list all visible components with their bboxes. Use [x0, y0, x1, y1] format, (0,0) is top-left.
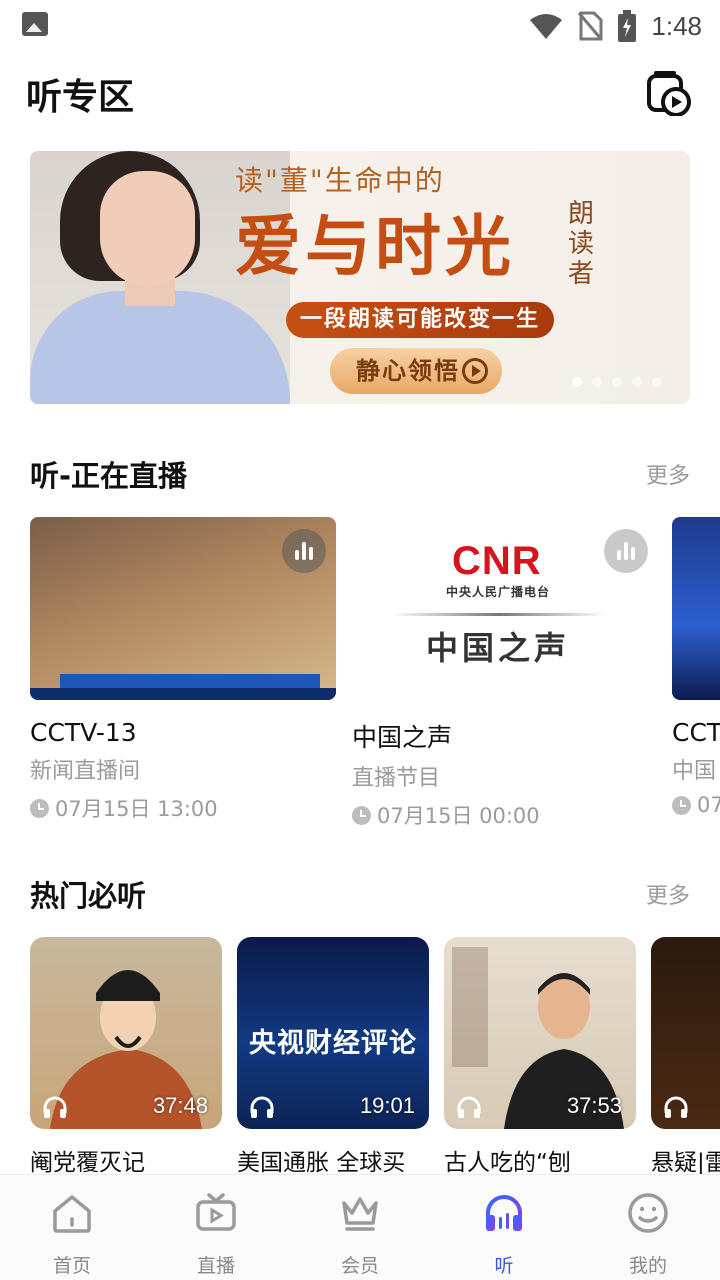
no-sim-icon [578, 11, 603, 41]
carousel-dot [652, 377, 662, 387]
hot-more-link[interactable]: 更多 [646, 878, 690, 910]
hot-item-card[interactable]: 悬疑|雷 [651, 937, 720, 1177]
status-icons: 1:48 [529, 6, 702, 46]
tab-label: 我的 [628, 1255, 667, 1277]
page-header: 听专区 [0, 60, 720, 124]
live-time: 07月15日 00:00 [352, 800, 658, 830]
clock-icon [30, 798, 49, 818]
live-channel-name: CCTV-13 [30, 718, 137, 747]
audio-wave-icon [604, 529, 648, 573]
live-thumbnail: CNR 中央人民广播电台 中国之声 [352, 517, 658, 700]
carousel-dot [612, 377, 622, 387]
tab-listen[interactable]: 听 [432, 1175, 576, 1280]
promo-banner[interactable]: 读"董"生命中的 爱与时光 朗读者 一段朗读可能改变一生 静心领悟 [30, 151, 690, 404]
tab-label: 会员 [340, 1255, 379, 1277]
carousel-dot [592, 377, 602, 387]
live-card-cctv-partial[interactable]: CCTV 中国 07 [672, 517, 720, 817]
cover-overlay-text: 央视财经评论 [249, 1028, 417, 1059]
banner-cta-label: 静心领悟 [356, 357, 460, 385]
banner-tagline: 一段朗读可能改变一生 [286, 302, 555, 338]
duration-label: 19:01 [359, 1093, 415, 1118]
hot-item-title: 古人吃的“刨 [444, 1150, 571, 1176]
tab-label: 首页 [52, 1255, 91, 1277]
carousel-dot [572, 377, 582, 387]
page-title: 听专区 [26, 77, 135, 118]
live-program-name: 新闻直播间 [30, 759, 141, 784]
live-time: 07月15日 13:00 [30, 793, 336, 823]
live-channel-name: 中国之声 [352, 723, 453, 752]
hot-section-title: 热门必听 [30, 879, 147, 913]
news-ticker-bar [30, 688, 336, 700]
live-time-text: 07 [697, 793, 720, 817]
cnr-logo-subtitle: 中央人民广播电台 [446, 585, 551, 599]
hot-item-title: 阉党覆灭记 [30, 1150, 145, 1176]
hot-item-card[interactable]: 央视财经评论 19:01 美国通胀 全球买 [237, 937, 429, 1177]
tab-label: 听 [494, 1255, 514, 1277]
history-button[interactable] [646, 70, 692, 117]
play-circle-icon [462, 358, 488, 384]
duration-label: 37:53 [566, 1093, 622, 1118]
hot-item-title: 悬疑|雷 [651, 1150, 720, 1176]
tv-icon [196, 1193, 236, 1231]
tab-profile[interactable]: 我的 [576, 1175, 720, 1280]
cnr-logo: CNR [452, 539, 542, 583]
live-program-name: 中国 [672, 759, 717, 784]
audio-wave-icon [282, 529, 326, 573]
banner-cta-button[interactable]: 静心领悟 [330, 348, 502, 394]
profile-icon [628, 1193, 668, 1233]
live-thumbnail [30, 517, 336, 700]
live-time-text: 07月15日 13:00 [55, 797, 218, 821]
carousel-indicator [572, 377, 662, 387]
battery-icon [618, 10, 637, 42]
duration-label: 37:48 [152, 1093, 208, 1118]
live-card-cnr[interactable]: CNR 中央人民广播电台 中国之声 中国之声 直播节目 07月15日 00:00 [352, 517, 658, 830]
logo-divider [392, 613, 606, 616]
bottom-tab-bar: 首页 直播 会员 听 我的 [0, 1174, 720, 1280]
history-play-icon [647, 71, 691, 117]
clock-icon [672, 795, 691, 815]
cnr-logo-name: 中国之声 [426, 629, 571, 667]
hot-item-cover: 37:48 [30, 937, 222, 1129]
tab-home[interactable]: 首页 [0, 1175, 144, 1280]
tab-member[interactable]: 会员 [288, 1175, 432, 1280]
live-card-cctv13[interactable]: CCTV-13 新闻直播间 07月15日 13:00 [30, 517, 336, 823]
hot-item-title: 美国通胀 全球买 [237, 1150, 406, 1176]
live-section-title: 听-正在直播 [30, 459, 188, 493]
carousel-dot [632, 377, 642, 387]
hot-item-card[interactable]: 37:53 古人吃的“刨 [444, 937, 636, 1177]
wifi-icon [530, 14, 563, 39]
live-thumbnail [672, 517, 720, 700]
banner-side-text: 朗读者 [568, 199, 595, 289]
hot-item-cover: 央视财经评论 19:01 [237, 937, 429, 1129]
live-more-link[interactable]: 更多 [646, 458, 690, 490]
clock-icon [352, 805, 371, 825]
banner-title: 爱与时光 [235, 207, 515, 285]
hot-item-cover: 37:53 [444, 937, 636, 1129]
headphones-icon [457, 1096, 481, 1118]
tab-live[interactable]: 直播 [144, 1175, 288, 1280]
headphones-icon [250, 1096, 274, 1118]
tab-label: 直播 [196, 1255, 235, 1277]
crown-icon [342, 1197, 378, 1231]
hot-item-card[interactable]: 37:48 阉党覆灭记 [30, 937, 222, 1177]
image-notification-icon [22, 12, 48, 36]
home-icon [53, 1195, 91, 1233]
live-channel-name: CCTV [672, 718, 720, 747]
live-time: 07 [672, 793, 720, 817]
headphones-icon [486, 1195, 522, 1231]
clock-time: 1:48 [651, 10, 702, 41]
live-time-text: 07月15日 00:00 [377, 804, 540, 828]
status-bar: 1:48 [0, 0, 720, 50]
live-program-name: 直播节目 [352, 766, 441, 791]
hot-item-cover [651, 937, 720, 1129]
headphones-icon [664, 1096, 688, 1118]
headphones-icon [43, 1096, 67, 1118]
